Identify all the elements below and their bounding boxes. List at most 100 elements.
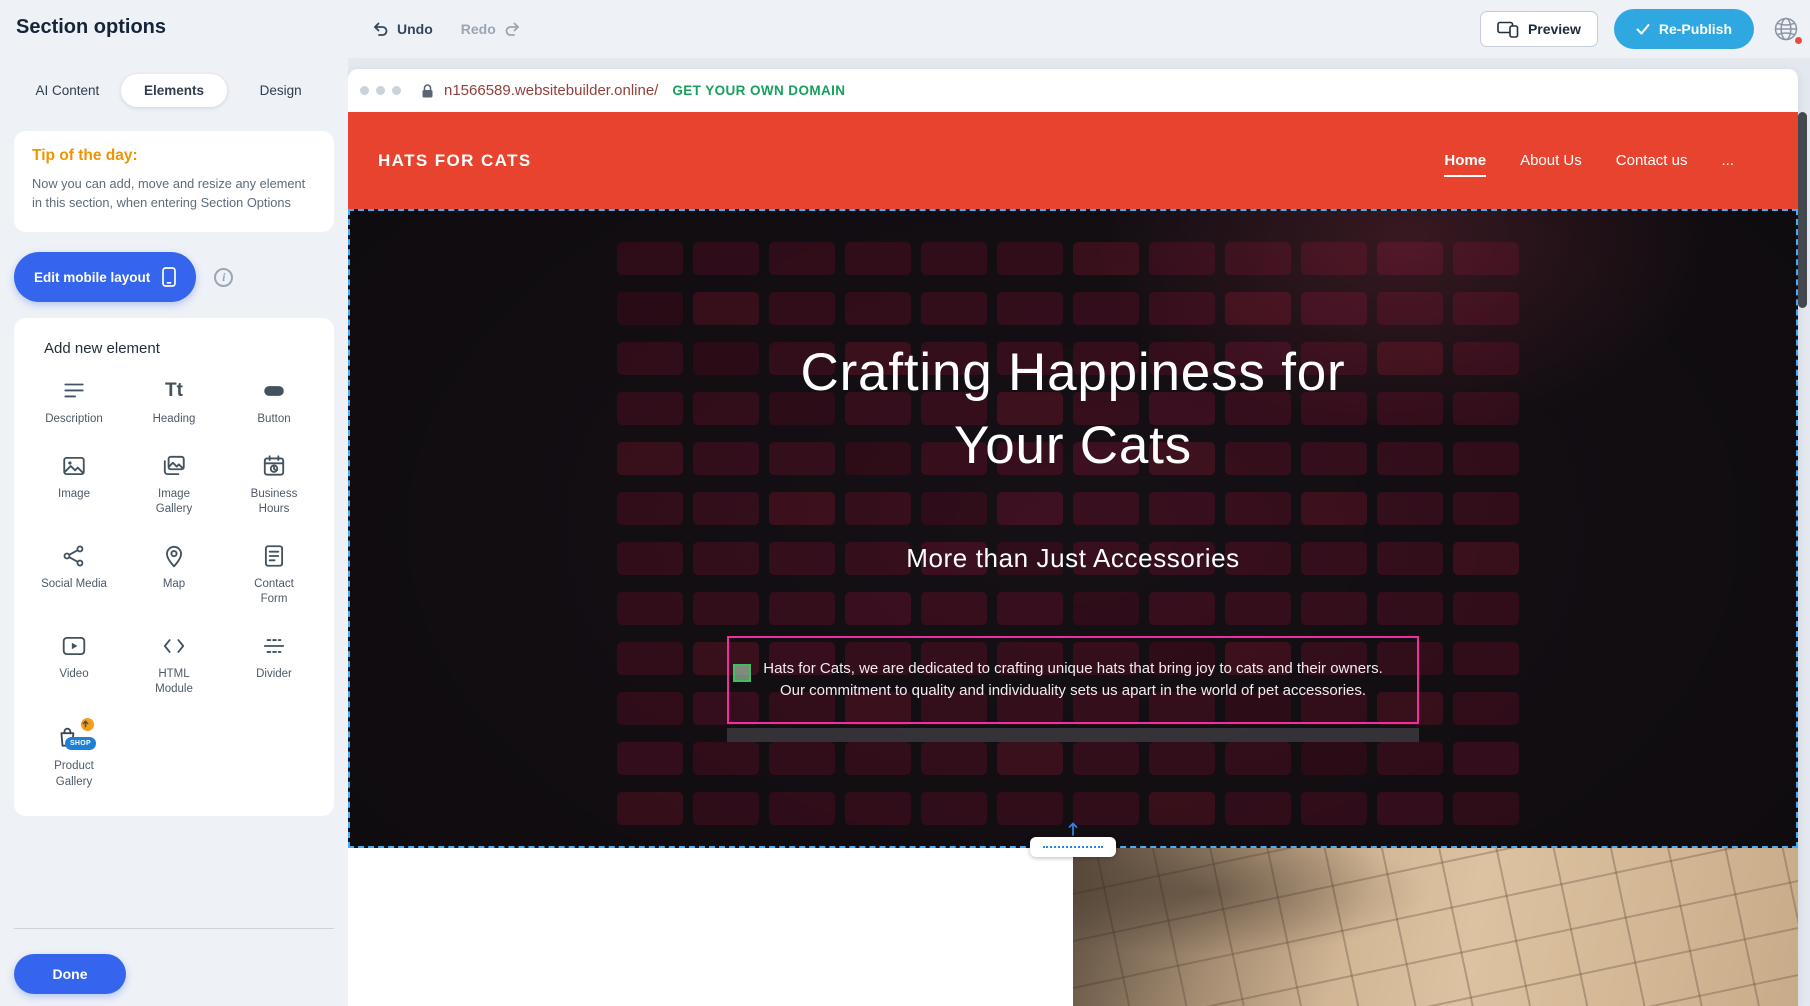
- hero-tile: [617, 292, 683, 325]
- hero-tile: [1225, 492, 1291, 525]
- element-item-business-hours[interactable]: Business Hours: [224, 452, 324, 518]
- hero-tile: [1453, 792, 1519, 825]
- hero-tile: [1453, 642, 1519, 675]
- info-icon[interactable]: i: [214, 268, 233, 287]
- nav-item-home[interactable]: Home: [1444, 152, 1486, 169]
- html-module-icon: [161, 632, 187, 660]
- hero-tile: [1073, 292, 1139, 325]
- republish-button[interactable]: Re-Publish: [1614, 9, 1754, 49]
- hero-tile: [617, 742, 683, 775]
- hero-tile: [997, 742, 1063, 775]
- edit-mobile-label: Edit mobile layout: [34, 270, 150, 285]
- hero-tile: [617, 692, 683, 725]
- language-globe-button[interactable]: [1770, 13, 1802, 45]
- nav-item-contact[interactable]: Contact us: [1616, 152, 1688, 169]
- element-item-video[interactable]: Video: [24, 632, 124, 698]
- hero-section[interactable]: Crafting Happiness for Your Cats More th…: [348, 209, 1798, 848]
- hero-tile: [1377, 492, 1443, 525]
- element-item-button[interactable]: Button: [224, 377, 324, 428]
- element-label: Map: [163, 577, 185, 593]
- product-gallery-icon: SHOP: [56, 722, 92, 752]
- hero-tile: [1453, 492, 1519, 525]
- hero-paragraph[interactable]: Hats for Cats, we are dedicated to craft…: [763, 658, 1383, 702]
- hero-tile: [997, 592, 1063, 625]
- preview-button[interactable]: Preview: [1480, 11, 1598, 47]
- heading-icon: Tt: [165, 377, 183, 405]
- hero-title[interactable]: Crafting Happiness for Your Cats: [350, 337, 1796, 482]
- tab-elements[interactable]: Elements: [121, 74, 228, 107]
- business-hours-icon: [261, 452, 287, 480]
- window-dot: [360, 86, 369, 95]
- selection-handle[interactable]: [733, 664, 751, 682]
- lock-icon: [421, 83, 434, 99]
- hero-tile: [693, 292, 759, 325]
- resize-dash-line: [1043, 846, 1103, 848]
- window-dot: [392, 86, 401, 95]
- element-item-social-media[interactable]: Social Media: [24, 542, 124, 608]
- hero-tile: [921, 242, 987, 275]
- element-item-image-gallery[interactable]: Image Gallery: [124, 452, 224, 518]
- edit-mobile-row: Edit mobile layout i: [14, 252, 334, 302]
- sidebar: AI Content Elements Design Tip of the da…: [0, 58, 348, 1006]
- url-text[interactable]: n1566589.websitebuilder.online/: [444, 82, 658, 99]
- hero-tile: [1377, 242, 1443, 275]
- selected-text-box[interactable]: Hats for Cats, we are dedicated to craft…: [727, 636, 1419, 724]
- element-item-html-module[interactable]: HTML Module: [124, 632, 224, 698]
- hero-tile: [1301, 492, 1367, 525]
- next-section[interactable]: [348, 848, 1798, 1006]
- hero-tile: [1073, 242, 1139, 275]
- nav-item-more[interactable]: ...: [1721, 152, 1734, 169]
- map-pin-icon: [161, 542, 187, 570]
- element-item-product-gallery[interactable]: SHOP Product Gallery: [24, 722, 124, 790]
- hero-tile: [1301, 742, 1367, 775]
- redo-button[interactable]: Redo: [461, 20, 521, 38]
- republish-label: Re-Publish: [1659, 21, 1732, 37]
- site-logo[interactable]: HATS FOR CATS: [378, 151, 532, 171]
- section-resize-handle[interactable]: [1030, 837, 1116, 857]
- hero-subtitle[interactable]: More than Just Accessories: [350, 543, 1796, 574]
- hero-tile: [1073, 792, 1139, 825]
- element-item-map[interactable]: Map: [124, 542, 224, 608]
- element-item-divider[interactable]: Divider: [224, 632, 324, 698]
- element-item-heading[interactable]: Tt Heading: [124, 377, 224, 428]
- hero-tile: [769, 592, 835, 625]
- hero-tile: [1149, 242, 1215, 275]
- element-label: Video: [59, 667, 88, 683]
- element-label: Social Media: [41, 577, 107, 593]
- sidebar-divider: [14, 928, 334, 929]
- history-controls: Undo Redo: [372, 0, 521, 58]
- browser-frame: n1566589.websitebuilder.online/ GET YOUR…: [348, 69, 1798, 1006]
- contact-form-icon: [261, 542, 287, 570]
- undo-icon: [372, 20, 390, 38]
- tip-card: Tip of the day: Now you can add, move an…: [14, 131, 334, 232]
- phone-icon: [162, 267, 176, 287]
- hero-tile: [845, 242, 911, 275]
- hero-tile: [1301, 792, 1367, 825]
- hero-tile: [617, 592, 683, 625]
- hero-tile: [921, 592, 987, 625]
- hero-tile: [1301, 242, 1367, 275]
- hero-tile: [693, 742, 759, 775]
- hero-tile: [1453, 242, 1519, 275]
- element-item-description[interactable]: Description: [24, 377, 124, 428]
- scrollbar-thumb[interactable]: [1798, 112, 1807, 308]
- element-item-image[interactable]: Image: [24, 452, 124, 518]
- hero-tile: [1149, 592, 1215, 625]
- element-label: HTML Module: [155, 667, 193, 698]
- nav-item-about[interactable]: About Us: [1520, 152, 1582, 169]
- video-icon: [61, 632, 87, 660]
- element-label: Product Gallery: [54, 759, 94, 790]
- undo-button[interactable]: Undo: [372, 20, 433, 38]
- done-button[interactable]: Done: [14, 954, 126, 994]
- get-domain-link[interactable]: GET YOUR OWN DOMAIN: [672, 83, 845, 98]
- hero-tile: [769, 242, 835, 275]
- hero-tile: [1149, 492, 1215, 525]
- social-media-icon: [61, 542, 87, 570]
- tab-ai-content[interactable]: AI Content: [14, 74, 121, 107]
- hero-tile: [1377, 292, 1443, 325]
- tab-design[interactable]: Design: [227, 74, 334, 107]
- edit-mobile-layout-button[interactable]: Edit mobile layout: [14, 252, 196, 302]
- hero-tile: [1225, 292, 1291, 325]
- preview-label: Preview: [1528, 21, 1581, 37]
- element-item-contact-form[interactable]: Contact Form: [224, 542, 324, 608]
